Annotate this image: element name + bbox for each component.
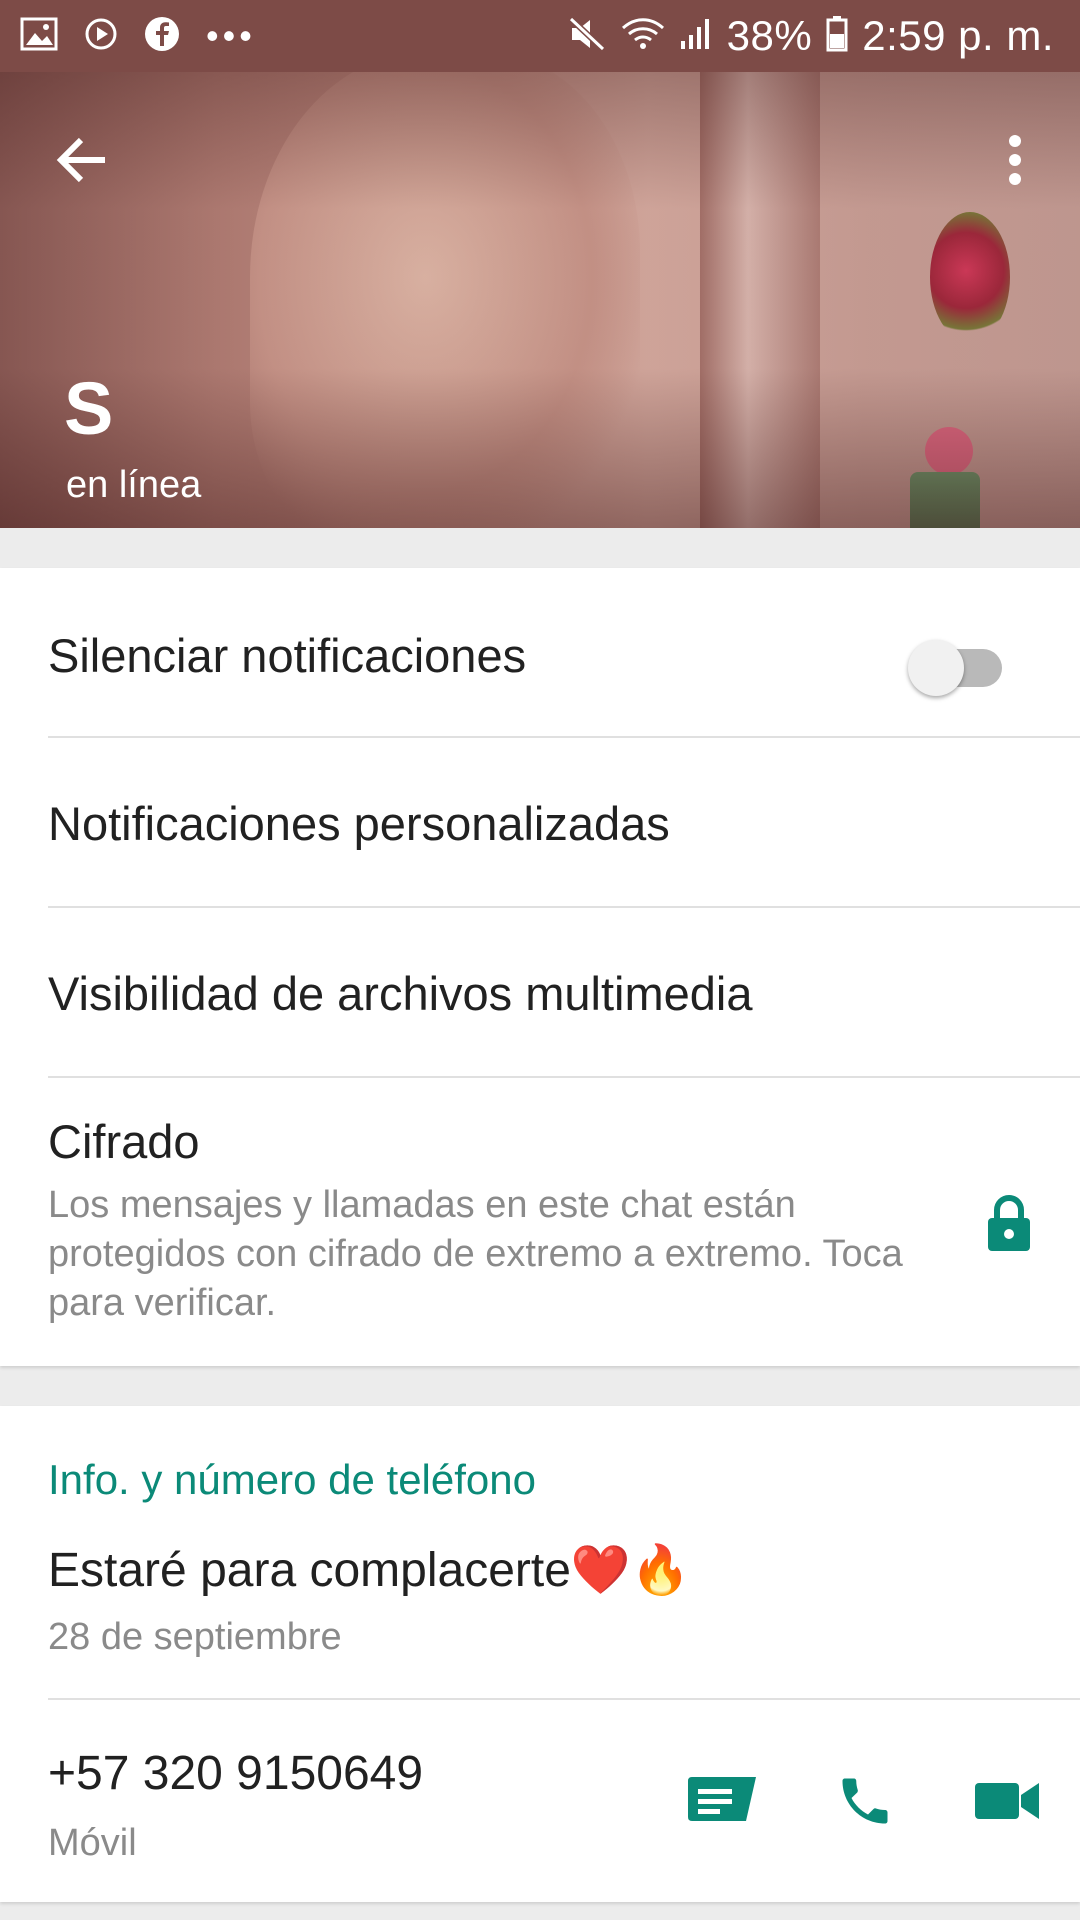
video-call-button[interactable] [967, 1763, 1047, 1843]
contact-name: S [64, 367, 114, 450]
contact-status: en línea [66, 464, 202, 506]
phone-icon [835, 1771, 895, 1836]
gallery-icon [20, 17, 58, 56]
wifi-icon [621, 16, 665, 57]
phone-number[interactable]: +57 320 9150649 [48, 1746, 423, 1801]
status-bar: ••• 38% 2:59 p. m. [0, 0, 1080, 72]
facebook-icon [144, 16, 180, 57]
phone-type: Móvil [48, 1822, 137, 1864]
battery-icon [826, 15, 848, 57]
mute-icon [567, 15, 607, 58]
toggle-thumb [908, 640, 964, 696]
media-visibility-row[interactable]: Visibilidad de archivos multimedia [0, 908, 1080, 1078]
custom-notifications-row[interactable]: Notificaciones personalizadas [0, 738, 1080, 908]
encryption-description: Los mensajes y llamadas en este chat est… [48, 1184, 903, 1324]
signal-icon [679, 17, 713, 56]
photo-shade [0, 72, 1080, 528]
mute-toggle[interactable] [908, 630, 1010, 696]
mute-notifications-label: Silenciar notificaciones [48, 629, 527, 682]
message-button[interactable] [682, 1763, 762, 1843]
encryption-row[interactable]: Cifrado Los mensajes y llamadas en este … [0, 1078, 1080, 1366]
play-icon [84, 17, 118, 56]
divider [48, 1698, 1080, 1700]
message-icon [688, 1776, 756, 1830]
mute-notifications-row[interactable]: Silenciar notificaciones [0, 568, 1080, 738]
profile-header [0, 72, 1080, 528]
lock-icon [984, 1193, 1034, 1253]
more-vert-icon [1007, 134, 1023, 190]
more-options-button[interactable] [990, 124, 1040, 200]
media-visibility-label: Visibilidad de archivos multimedia [48, 967, 753, 1020]
about-text: Estaré para complacerte❤️🔥 [48, 1544, 691, 1597]
chat-settings-card: Silenciar notificaciones Notificaciones … [0, 568, 1080, 1366]
info-section-title: Info. y número de teléfono [48, 1456, 536, 1503]
battery-percent: 38% [726, 12, 813, 59]
custom-notifications-label: Notificaciones personalizadas [48, 797, 670, 850]
back-button[interactable] [44, 124, 120, 200]
voice-call-button[interactable] [825, 1763, 905, 1843]
more-notifications-icon: ••• [206, 15, 256, 56]
back-arrow-icon [55, 137, 109, 188]
clock: 2:59 p. m. [862, 12, 1054, 59]
info-card: Info. y número de teléfono Estaré para c… [0, 1406, 1080, 1902]
status-bar-right: 38% 2:59 p. m. [553, 12, 1054, 60]
video-camera-icon [975, 1781, 1039, 1826]
encryption-title: Cifrado [48, 1115, 200, 1168]
status-bar-left: ••• [20, 16, 282, 57]
about-date: 28 de septiembre [48, 1616, 342, 1658]
